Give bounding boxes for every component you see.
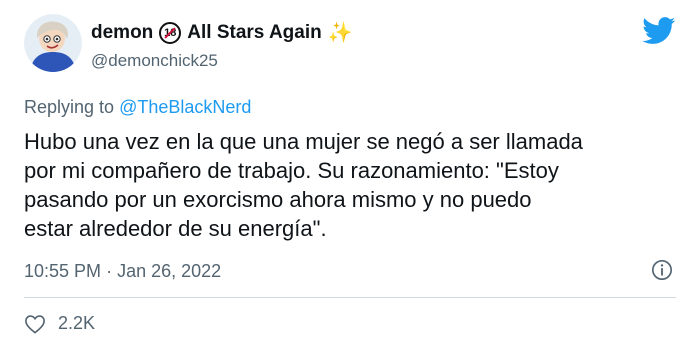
display-name-suffix[interactable]: All Stars Again [187,22,321,44]
tweet-time[interactable]: 10:55 PM [24,261,101,281]
reply-mention-link[interactable]: @TheBlackNerd [119,97,251,117]
meta-separator: · [106,261,113,281]
no-under-18-icon: 18 [159,21,182,44]
tweet-text: Hubo una vez en la que una mujer se negó… [24,129,583,241]
tweet-date[interactable]: Jan 26, 2022 [117,261,221,281]
info-icon[interactable] [651,259,673,281]
like-action[interactable]: 2.2K [24,313,95,334]
sparkles-icon: ✨ [327,22,353,44]
display-name[interactable]: demon [91,22,153,44]
twitter-bird-icon[interactable] [642,17,676,45]
tweet-card: demon 18 All Stars Again ✨ @demonchick25… [0,0,700,349]
avatar[interactable] [24,14,82,72]
author-handle[interactable]: @demonchick25 [91,51,218,71]
like-count: 2.2K [58,313,96,333]
heart-icon[interactable] [24,314,46,334]
replying-prefix: Replying to [24,97,115,117]
tweet-timestamp[interactable]: 10:55 PM · Jan 26, 2022 [24,261,221,282]
replying-to: Replying to @TheBlackNerd [24,97,251,118]
divider [24,297,676,298]
author-name-row[interactable]: demon 18 All Stars Again ✨ [91,20,353,45]
